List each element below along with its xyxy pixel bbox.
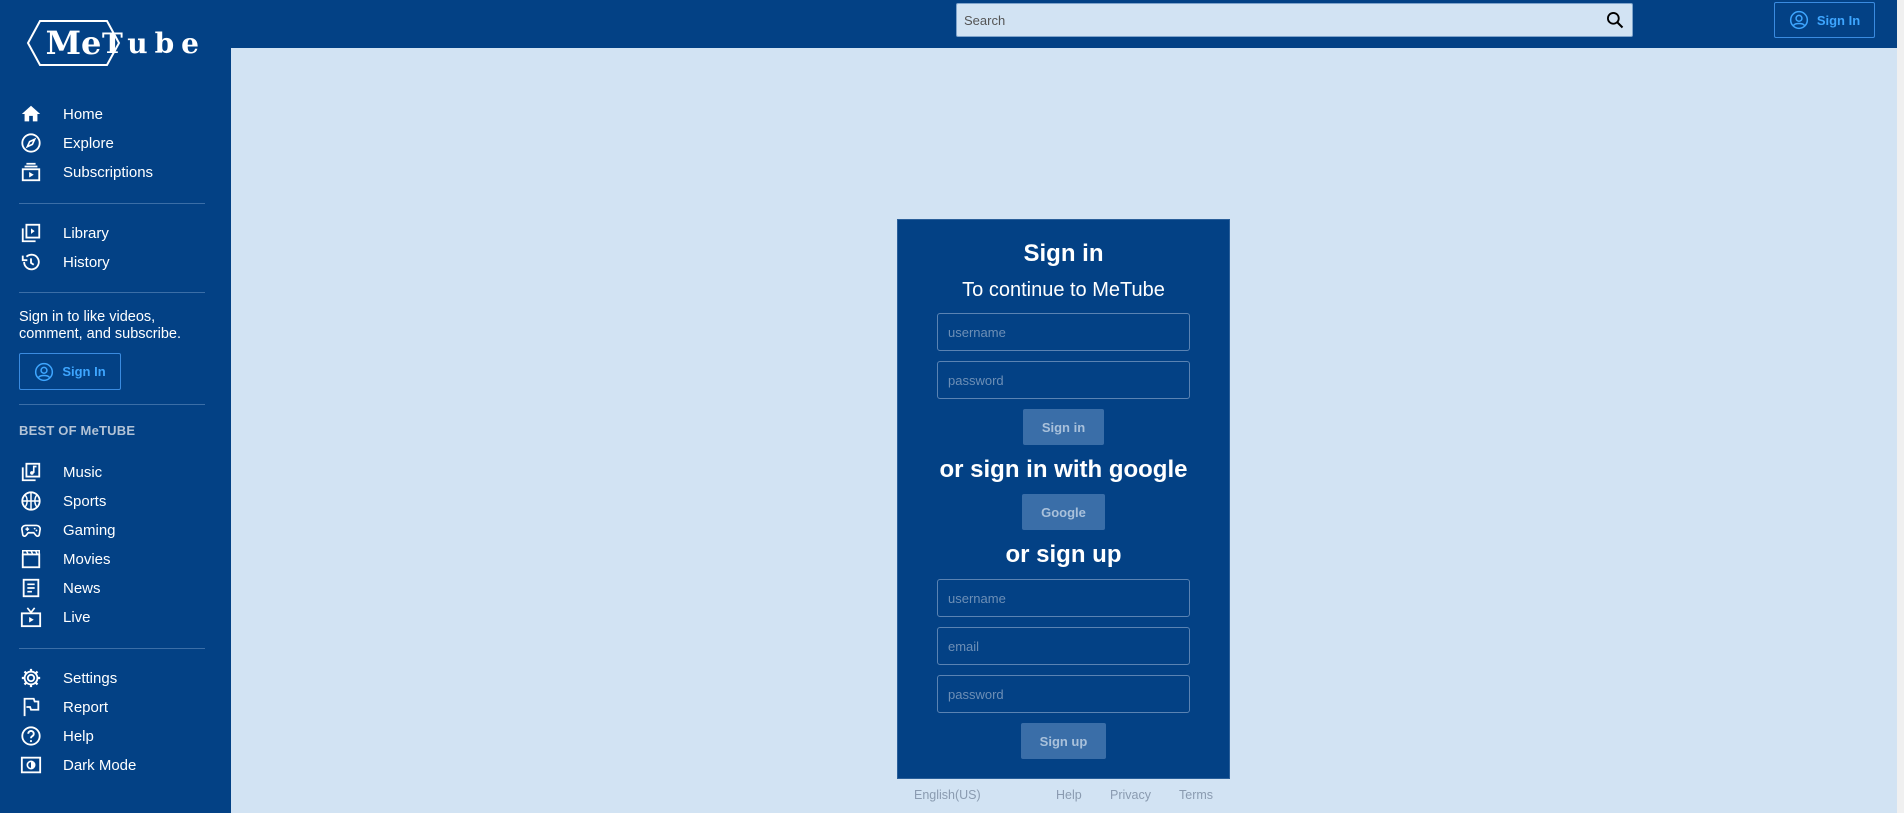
sidebar-divider [19, 404, 205, 405]
header-signin-button[interactable]: Sign In [1774, 2, 1875, 38]
best-of-title: BEST OF MeTUBE [19, 423, 136, 438]
sidebar-item-label: Gaming [63, 521, 116, 539]
signin-card: Sign in To continue to MeTube Sign in or… [897, 219, 1230, 779]
live-icon [19, 605, 43, 629]
sidebar-item-report[interactable]: Report [19, 694, 209, 720]
sidebar-item-library[interactable]: Library [19, 220, 209, 246]
sidebar-item-help[interactable]: Help [19, 723, 209, 749]
sidebar-item-subscriptions[interactable]: Subscriptions [19, 159, 209, 185]
header-signin-label: Sign In [1816, 12, 1861, 28]
top-bar: Sign In [231, 0, 1897, 48]
sidebar-item-label: Movies [63, 550, 111, 568]
sidebar-signin-button[interactable]: Sign In [19, 353, 121, 390]
logo-me-text: Me [45, 24, 102, 62]
sidebar-item-settings[interactable]: Settings [19, 665, 209, 691]
card-subtitle: To continue to MeTube [962, 279, 1165, 301]
sidebar-item-label: Report [63, 698, 109, 716]
sidebar-item-history[interactable]: History [19, 249, 209, 275]
help-icon [19, 724, 43, 748]
search-input[interactable] [957, 4, 1598, 36]
history-icon [19, 250, 43, 274]
sidebar-item-dark-mode[interactable]: Dark Mode [19, 752, 209, 778]
signin-submit-button[interactable]: Sign in [1023, 409, 1104, 445]
signup-username-field[interactable] [937, 579, 1190, 617]
gear-icon [19, 666, 43, 690]
home-icon [19, 102, 43, 126]
footer-help-link[interactable]: Help [1056, 788, 1082, 802]
sidebar-signin-prompt: Sign in to like videos, comment, and sub… [19, 309, 181, 342]
sidebar-divider [19, 292, 205, 293]
subscriptions-icon [19, 160, 43, 184]
sidebar-signin-label: Sign In [62, 364, 106, 379]
signin-username-field[interactable] [937, 313, 1190, 351]
signup-password-field[interactable] [937, 675, 1190, 713]
sidebar-item-live[interactable]: Live [19, 604, 209, 630]
sidebar-item-music[interactable]: Music [19, 459, 209, 485]
sidebar-item-label: Dark Mode [63, 756, 137, 774]
sidebar-item-label: Sports [63, 492, 107, 510]
sports-icon [19, 489, 43, 513]
footer-language[interactable]: English(US) [914, 788, 981, 802]
sidebar-item-label: Live [63, 608, 91, 626]
sidebar-divider [19, 648, 205, 649]
compass-icon [19, 131, 43, 155]
library-icon [19, 221, 43, 245]
card-title: Sign in [1023, 240, 1104, 267]
dark-mode-icon [19, 753, 43, 777]
page-scrollbar[interactable] [1897, 0, 1904, 813]
sidebar-item-label: Settings [63, 669, 118, 687]
sidebar: Me Tube Home Explore Subscriptions Libra… [0, 0, 231, 813]
metube-logo[interactable]: Me Tube [26, 18, 206, 68]
sidebar-item-label: News [63, 579, 101, 597]
signup-submit-button[interactable]: Sign up [1021, 723, 1106, 759]
sidebar-item-label: Subscriptions [63, 163, 154, 181]
music-icon [19, 460, 43, 484]
google-signin-button[interactable]: Google [1022, 494, 1105, 530]
signup-heading: or sign up [1005, 541, 1122, 568]
account-icon [35, 362, 54, 381]
account-icon [1789, 10, 1808, 30]
sidebar-item-label: Explore [63, 134, 114, 152]
sidebar-item-label: Home [63, 105, 104, 123]
sidebar-item-gaming[interactable]: Gaming [19, 517, 209, 543]
sidebar-item-movies[interactable]: Movies [19, 546, 209, 572]
logo-hexagon: Me [26, 19, 121, 67]
signin-password-field[interactable] [937, 361, 1190, 399]
google-heading: or sign in with google [939, 456, 1188, 483]
gaming-icon [19, 518, 43, 542]
sidebar-item-sports[interactable]: Sports [19, 488, 209, 514]
signup-email-field[interactable] [937, 627, 1190, 665]
search-bar [956, 3, 1633, 37]
news-icon [19, 576, 43, 600]
sidebar-item-label: Library [63, 224, 109, 242]
movies-icon [19, 547, 43, 571]
sidebar-item-label: Help [63, 727, 94, 745]
sidebar-item-label: History [63, 253, 110, 271]
sidebar-divider [19, 203, 205, 204]
flag-icon [19, 695, 43, 719]
sidebar-item-home[interactable]: Home [19, 101, 209, 127]
footer-terms-link[interactable]: Terms [1179, 788, 1213, 802]
footer-privacy-link[interactable]: Privacy [1110, 788, 1151, 802]
sidebar-item-news[interactable]: News [19, 575, 209, 601]
sidebar-item-explore[interactable]: Explore [19, 130, 209, 156]
search-icon[interactable] [1598, 4, 1632, 36]
sidebar-item-label: Music [63, 463, 103, 481]
